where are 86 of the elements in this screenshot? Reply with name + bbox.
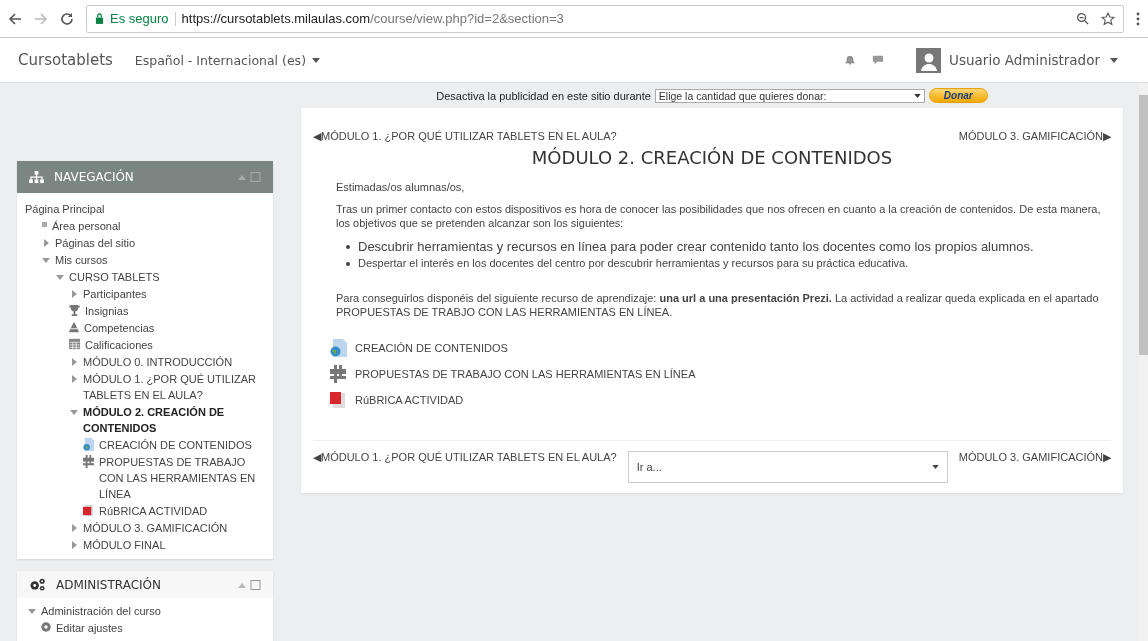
tree-item[interactable]: Insignias xyxy=(85,303,129,319)
site-brand-link[interactable]: Cursotablets xyxy=(18,51,113,69)
tree-item[interactable]: Área personal xyxy=(52,218,121,234)
pdf-icon xyxy=(82,504,95,517)
tree-item[interactable]: MÓDULO 0. INTRODUCCIÓN xyxy=(83,354,233,370)
activity-link[interactable]: CREACIÓN DE CONTENIDOS xyxy=(355,342,508,354)
tree-item[interactable]: PROPUESTAS DE TRABAJO CON LAS HERRAMIENTAS EN LÍNEA xyxy=(99,454,265,502)
chat-icon[interactable] xyxy=(872,54,885,66)
user-avatar[interactable] xyxy=(916,47,942,73)
previous-section-link[interactable]: ◀MÓDULO 1. ¿POR QUÉ UTILIZAR TABLETS EN EL AULA? xyxy=(313,130,617,143)
bullet-icon xyxy=(42,222,47,227)
expander-icon[interactable] xyxy=(70,524,78,532)
language-menu[interactable]: Español - Internacional (es) xyxy=(134,52,320,68)
objective-item: Descubrir herramientas y recursos en línea para poder crear contenido tanto los docentes como los propios alumnos. xyxy=(358,238,1034,256)
url-text: https://cursotablets.milaulas.com/course/view.php?id=2&section=3 xyxy=(181,11,565,26)
gear-icon xyxy=(40,621,52,633)
tree-item[interactable]: MÓDULO 3. GAMIFICACIÓN xyxy=(83,520,228,536)
lock-icon xyxy=(95,13,104,24)
tree-item[interactable]: RúBRICA ACTIVIDAD xyxy=(99,503,208,519)
reload-icon[interactable] xyxy=(60,11,74,26)
expander-icon[interactable] xyxy=(42,239,50,247)
intro-paragraph: Tras un primer contacto con estos dispositivos es hora de conocer las posibilidades que nos ofrecen en cuanto a la creación de contenidos. De esta manera, los objetivos que se pretenden alcanzar son los siguientes: xyxy=(336,202,1102,230)
resources-paragraph: Para conseguirlos disponéis del siguiente recurso de aprendizaje: una url a una presentación Prezi. La actividad a realizar queda explicada en el apartado PROPUESTAS DE TRABJO CON LAS HERRAMIENTAS EN LÍNEA. xyxy=(336,291,1100,319)
caret-icon xyxy=(312,57,320,63)
collapse-icon[interactable] xyxy=(237,172,261,182)
address-bar[interactable]: Es seguro https://cursotablets.milaulas.com/course/view.php?id=2&section=3 xyxy=(86,4,1124,33)
security-label: Es seguro xyxy=(110,11,169,26)
expander-icon[interactable] xyxy=(70,375,78,383)
trophy-icon xyxy=(68,304,81,317)
expander-icon[interactable] xyxy=(70,541,78,549)
tree-item[interactable]: Calificaciones xyxy=(85,337,153,353)
tree-item[interactable]: Competencias xyxy=(84,320,155,336)
caret-icon xyxy=(1110,57,1118,63)
bell-icon[interactable] xyxy=(844,54,857,66)
triangle-icon xyxy=(68,321,80,333)
tree-item[interactable]: Página Principal xyxy=(25,201,105,217)
block-title: NAVEGACIÓN xyxy=(54,170,134,184)
sitemap-icon xyxy=(29,170,44,184)
ad-text: Desactiva la publicidad en este sitio durante xyxy=(436,89,651,102)
expander-icon[interactable] xyxy=(42,256,50,264)
expander-icon[interactable] xyxy=(28,607,36,615)
section-title: MÓDULO 2. CREACIÓN DE CONTENIDOS xyxy=(530,147,894,168)
tree-item[interactable]: CURSO TABLETS xyxy=(69,269,160,285)
puzzle-icon xyxy=(329,365,347,383)
expander-icon[interactable] xyxy=(70,408,78,416)
tree-item[interactable]: MÓDULO FINAL xyxy=(83,537,166,553)
forward-icon[interactable] xyxy=(34,11,48,26)
menu-icon[interactable] xyxy=(1136,11,1140,26)
next-section-link[interactable]: MÓDULO 3. GAMIFICACIÓN▶ xyxy=(958,451,1111,464)
activity-link[interactable]: PROPUESTAS DE TRABAJO CON LAS HERRAMIENTAS EN LÍNEA xyxy=(355,368,696,380)
objective-item: Despertar el interés en los docentes del centro por descubrir herramientas y recursos para su práctica educativa. xyxy=(358,256,909,271)
star-icon[interactable] xyxy=(1101,11,1115,26)
puzzle-icon xyxy=(82,455,95,468)
tree-item[interactable]: Participantes xyxy=(83,286,147,302)
tree-item[interactable]: Páginas del sitio xyxy=(55,235,136,251)
activity-link[interactable]: RúBRICA ACTIVIDAD xyxy=(355,394,464,406)
previous-section-link[interactable]: ◀MÓDULO 1. ¿POR QUÉ UTILIZAR TABLETS EN EL AULA? xyxy=(313,451,617,464)
donate-button[interactable]: Donar xyxy=(928,88,988,103)
web-page-icon xyxy=(329,339,347,357)
table-icon xyxy=(68,338,81,350)
tree-item[interactable]: Mis cursos xyxy=(55,252,108,268)
tree-item[interactable]: CREACIÓN DE CONTENIDOS xyxy=(99,437,252,453)
collapse-icon[interactable] xyxy=(237,579,261,590)
tree-item[interactable]: Administración del curso xyxy=(41,603,161,619)
caret-icon xyxy=(913,93,921,98)
scrollbar-thumb[interactable] xyxy=(1139,95,1148,355)
web-page-icon xyxy=(82,438,95,451)
tree-item[interactable]: Editar ajustes xyxy=(56,620,123,636)
tree-item[interactable]: MÓDULO 2. CREACIÓN DE CONTENIDOS xyxy=(83,404,265,436)
greeting-text: Estimadas/os alumnas/os, xyxy=(336,180,466,194)
expander-icon[interactable] xyxy=(70,358,78,366)
expander-icon[interactable] xyxy=(56,273,64,281)
expander-icon[interactable] xyxy=(70,290,78,298)
bullet-icon xyxy=(346,245,350,249)
next-section-link[interactable]: MÓDULO 3. GAMIFICACIÓN▶ xyxy=(958,130,1111,143)
bullet-icon xyxy=(346,261,350,266)
gears-icon xyxy=(29,578,46,591)
jump-to-select[interactable]: Ir a... xyxy=(627,451,948,483)
back-icon[interactable] xyxy=(8,11,22,26)
caret-icon xyxy=(931,465,939,469)
block-title: ADMINISTRACIÓN xyxy=(56,577,161,592)
pdf-icon xyxy=(329,391,347,409)
tree-item[interactable]: MÓDULO 1. ¿POR QUÉ UTILIZAR TABLETS EN EL AULA? xyxy=(83,371,265,403)
user-menu[interactable]: Usuario Administrador xyxy=(949,52,1118,68)
zoom-icon[interactable] xyxy=(1076,12,1089,25)
donation-select[interactable]: Elige la cantidad que quieres donar: xyxy=(654,88,925,103)
